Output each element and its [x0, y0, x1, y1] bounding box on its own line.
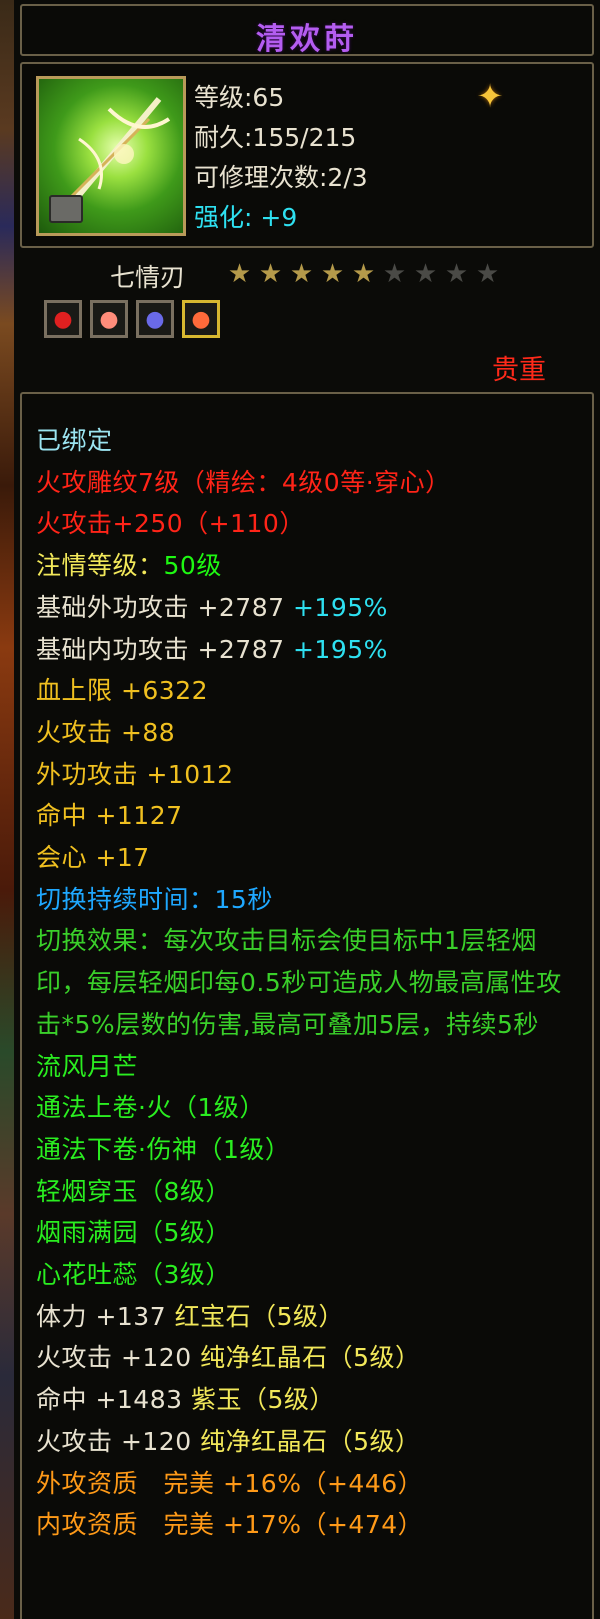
- gem-stat: 命中 +1483: [36, 1385, 183, 1415]
- gem-stat: 体力 +137: [36, 1301, 167, 1331]
- gem-stat-line: 火攻击 +120 纯净红晶石（5级）: [36, 1421, 582, 1463]
- attributes-panel: 已绑定 火攻雕纹7级（精绘：4级0等·穿心） 火攻击+250（+110） 注情等…: [20, 392, 594, 1619]
- switch-duration: 切换持续时间：15秒: [36, 879, 582, 921]
- gem-stat: 火攻击 +120: [36, 1426, 192, 1456]
- sparkle-icon[interactable]: ✦: [472, 78, 508, 114]
- engrave-line: 火攻雕纹7级（精绘：4级0等·穿心）: [36, 467, 451, 497]
- outer-attack-line: 外功攻击 +1012: [36, 759, 234, 789]
- aptitude-inner: 内攻资质 完美 +17%（+474）: [36, 1510, 424, 1540]
- item-name: 清欢莳: [256, 22, 358, 57]
- fire-attack-main: 火攻击+250（+110）: [36, 509, 305, 539]
- set-name: 流风月芒: [36, 1051, 139, 1081]
- item-repair-count: 可修理次数:2/3: [194, 163, 368, 192]
- gem-stat: 火攻击 +120: [36, 1343, 192, 1373]
- crit-line: 会心 +17: [36, 843, 150, 873]
- gem-stat-line: 火攻击 +120 纯净红晶石（5级）: [36, 1337, 582, 1379]
- infuse-line: 注情等级：50级: [36, 545, 582, 587]
- base-outer-label: 基础外功攻击 +2787: [36, 592, 285, 622]
- enhance-label: 强化:: [194, 203, 253, 232]
- switch-effect: 切换效果：每次攻击目标会使目标中1层轻烟印，每层轻烟印每0.5秒可造成人物最高属…: [36, 926, 562, 1039]
- bound-status: 已绑定: [36, 426, 113, 455]
- hit-line: 命中 +1127: [36, 801, 183, 831]
- skill-line: 心花吐蕊（3级）: [36, 1260, 231, 1290]
- gem-name: 紫玉（5级）: [190, 1385, 335, 1415]
- star-icon-filled: ★: [351, 259, 376, 289]
- hp-line: 血上限 +6322: [36, 676, 209, 706]
- base-outer-pct: +195%: [292, 592, 388, 622]
- pink-gem-icon[interactable]: ●: [90, 300, 128, 338]
- star-icon-filled: ★: [320, 259, 345, 289]
- item-tooltip: 清欢莳 等级:65 耐久:155/215 可修理次数:2/3 强化: +9 ✦ …: [14, 0, 600, 1619]
- weapon-type: 七情刃: [110, 263, 186, 292]
- rarity-label: 贵重: [492, 355, 546, 386]
- base-outer-attack: 基础外功攻击 +2787 +195%: [36, 587, 582, 629]
- bind-lock-icon: [49, 195, 83, 223]
- item-enhance: 强化: +9: [194, 198, 297, 234]
- fire-line: 火攻击 +88: [36, 717, 176, 747]
- skill-line: 烟雨满园（5级）: [36, 1218, 231, 1248]
- star-icon-empty: ★: [475, 259, 500, 289]
- gem-slots: ● ● ● ●: [44, 300, 220, 338]
- infuse-value: 50级: [163, 551, 222, 581]
- star-icon-filled: ★: [258, 259, 283, 289]
- infuse-label: 注情等级：: [36, 551, 164, 581]
- base-inner-label: 基础内功攻击 +2787: [36, 634, 285, 664]
- skill-line: 通法上卷·火（1级）: [36, 1093, 265, 1123]
- item-level: 等级:65: [194, 83, 285, 112]
- blue-gem-icon[interactable]: ●: [136, 300, 174, 338]
- gem-name: 纯净红晶石（5级）: [200, 1426, 421, 1456]
- gem-name: 纯净红晶石（5级）: [200, 1343, 421, 1373]
- star-icon-empty: ★: [444, 259, 469, 289]
- item-subheader: 七情刃 ★ ★ ★ ★ ★ ★ ★ ★ ★ ● ● ● ● 贵重: [20, 252, 594, 386]
- star-icon-empty: ★: [382, 259, 407, 289]
- switch-duration-label: 切换持续时间：: [36, 884, 215, 914]
- switch-duration-value: 15秒: [214, 884, 273, 914]
- aptitude-outer: 外攻资质 完美 +16%（+446）: [36, 1468, 424, 1498]
- orange-gem-icon[interactable]: ●: [182, 300, 220, 338]
- item-durability: 耐久:155/215: [194, 123, 357, 152]
- side-scenery: [0, 0, 14, 1619]
- base-inner-attack: 基础内功攻击 +2787 +195%: [36, 629, 582, 671]
- enhance-value: +9: [260, 203, 298, 232]
- title-bar: 清欢莳: [20, 4, 594, 57]
- attributes-list: 已绑定 火攻雕纹7级（精绘：4级0等·穿心） 火攻击+250（+110） 注情等…: [36, 420, 582, 1546]
- gem-stat-line: 命中 +1483 紫玉（5级）: [36, 1379, 582, 1421]
- item-header: 等级:65 耐久:155/215 可修理次数:2/3 强化: +9 ✦: [20, 62, 594, 248]
- star-icon-filled: ★: [289, 259, 314, 289]
- star-rating: ★ ★ ★ ★ ★ ★ ★ ★ ★: [226, 260, 501, 288]
- star-icon-filled: ★: [227, 259, 252, 289]
- skill-line: 轻烟穿玉（8级）: [36, 1176, 231, 1206]
- base-inner-pct: +195%: [292, 634, 388, 664]
- weapon-icon: [36, 76, 186, 236]
- red-gem-icon[interactable]: ●: [44, 300, 82, 338]
- skill-line: 通法下卷·伤神（1级）: [36, 1134, 291, 1164]
- gem-stat-line: 体力 +137 红宝石（5级）: [36, 1296, 582, 1338]
- gem-name: 红宝石（5级）: [174, 1301, 344, 1331]
- star-icon-empty: ★: [413, 259, 438, 289]
